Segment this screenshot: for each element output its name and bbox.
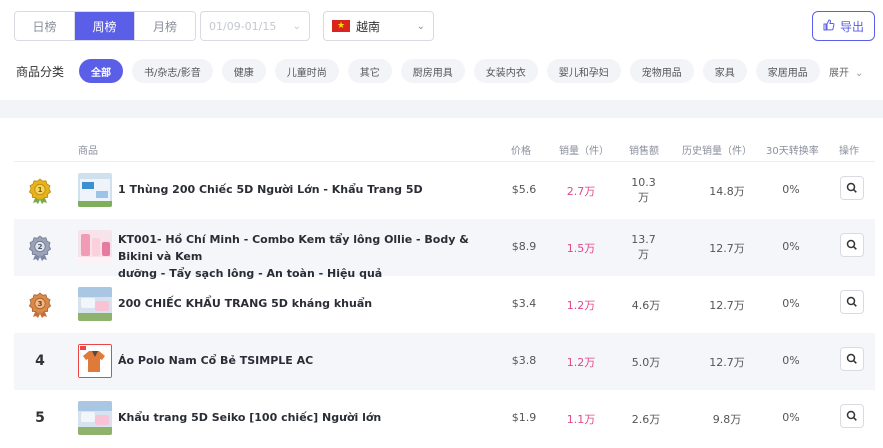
category-chip-pet[interactable]: 宠物用品 [629, 59, 694, 83]
category-chip-home[interactable]: 家居用品 [755, 59, 820, 83]
search-icon [846, 296, 857, 307]
date-range-placeholder: 01/09-01/15 [209, 19, 277, 33]
country-select[interactable]: ★ 越南 ⌄ [323, 11, 434, 41]
revenue-cell: 4.6万 [631, 299, 661, 312]
price-cell: $3.8 [511, 354, 537, 367]
svg-text:2: 2 [38, 243, 43, 251]
price-cell: $8.9 [511, 240, 537, 253]
table-header: 商品 价格 销量（件） 销售额 历史销量（件） 30天转换率 操作 [14, 134, 875, 162]
search-button[interactable] [840, 347, 864, 371]
revenue-cell: 13.7 万 [631, 233, 656, 261]
product-thumbnail[interactable] [78, 401, 112, 435]
search-button[interactable] [840, 404, 864, 428]
revenue-cell: 5.0万 [631, 356, 661, 369]
history-sales-cell: 12.7万 [709, 242, 745, 255]
history-sales-cell: 14.8万 [709, 185, 745, 198]
product-thumbnail[interactable] [78, 344, 112, 378]
price-cell: $3.4 [511, 297, 537, 310]
gold-medal-icon: 1 [28, 178, 52, 204]
category-label: 商品分类 [16, 64, 65, 79]
product-name[interactable]: Khẩu trang 5D Seiko [100 chiếc] Người lớ… [118, 409, 498, 426]
product-thumbnail[interactable] [78, 287, 112, 321]
expand-toggle[interactable]: 展开 ⌄ [829, 64, 863, 79]
product-name[interactable]: 200 CHIẾC KHẨU TRANG 5D kháng khuẩn [118, 295, 498, 312]
history-sales-cell: 9.8万 [712, 413, 742, 426]
product-name[interactable]: Áo Polo Nam Cổ Bẻ TSIMPLE AC [118, 352, 498, 369]
chevron-down-icon: ⌄ [855, 68, 864, 79]
table-row[interactable]: 4 Áo Polo Nam Cổ Bẻ TSIMPLE AC $3.8 1.2万… [14, 333, 875, 390]
product-name[interactable]: 1 Thùng 200 Chiếc 5D Người Lớn - Khẩu Tr… [118, 181, 498, 198]
search-icon [846, 239, 857, 250]
chevron-down-icon: ⌄ [416, 20, 425, 32]
export-label: 导出 [839, 19, 864, 34]
bronze-medal-icon: 3 [28, 292, 52, 318]
table-row[interactable]: 2 KT001- Hồ Chí Minh - Combo Kem tẩy lôn… [14, 219, 875, 280]
rank-number: 5 [35, 410, 45, 426]
table-row[interactable]: 5 Khẩu trang 5D Seiko [100 chiếc] Người … [14, 390, 875, 447]
category-chip-books[interactable]: 书/杂志/影音 [132, 59, 213, 83]
tab-monthly[interactable]: 月榜 [135, 12, 195, 40]
header-product: 商品 [78, 146, 98, 157]
search-button[interactable] [840, 233, 864, 257]
sales-cell: 1.2万 [566, 299, 596, 312]
conversion-cell: 0% [782, 354, 800, 367]
country-name: 越南 [356, 19, 381, 34]
header-conversion: 30天转换率 [766, 146, 819, 157]
tab-daily[interactable]: 日榜 [15, 12, 75, 40]
price-cell: $1.9 [511, 411, 537, 424]
header-price: 价格 [511, 146, 531, 157]
sales-cell: 1.5万 [566, 242, 596, 255]
search-icon [846, 182, 857, 193]
category-chip-all[interactable]: 全部 [79, 59, 124, 83]
category-filter: 商品分类 全部 书/杂志/影音 健康 儿童时尚 其它 厨房用具 女装内衣 婴儿和… [16, 59, 829, 83]
header-history-sales: 历史销量（件） [682, 146, 752, 157]
conversion-cell: 0% [782, 411, 800, 424]
history-sales-cell: 12.7万 [709, 299, 745, 312]
filter-panel: 日榜 周榜 月榜 01/09-01/15 ⌄ ★ 越南 ⌄ 导出 商品分类 全部… [0, 0, 883, 100]
search-icon [846, 410, 857, 421]
header-revenue: 销售额 [629, 146, 659, 157]
conversion-cell: 0% [782, 183, 800, 196]
chevron-down-icon: ⌄ [292, 20, 301, 32]
category-chip-other[interactable]: 其它 [347, 59, 392, 83]
revenue-cell: 2.6万 [631, 413, 661, 426]
search-button[interactable] [840, 290, 864, 314]
sales-cell: 1.1万 [566, 413, 596, 426]
ranking-table: 商品 价格 销量（件） 销售额 历史销量（件） 30天转换率 操作 1 1 Th… [0, 118, 883, 448]
category-chip-baby-maternity[interactable]: 婴儿和孕妇 [546, 59, 621, 83]
table-row[interactable]: 3 200 CHIẾC KHẨU TRANG 5D kháng khuẩn $3… [14, 276, 875, 333]
revenue-cell: 10.3 万 [631, 176, 656, 204]
category-chip-womens-underwear[interactable]: 女装内衣 [473, 59, 538, 83]
product-thumbnail[interactable] [78, 230, 112, 264]
header-action: 操作 [839, 146, 859, 157]
conversion-cell: 0% [782, 240, 800, 253]
sales-cell: 2.7万 [566, 185, 596, 198]
search-icon [846, 353, 857, 364]
price-cell: $5.6 [511, 183, 537, 196]
vietnam-flag-icon: ★ [332, 20, 350, 32]
category-chip-health[interactable]: 健康 [221, 59, 266, 83]
search-button[interactable] [840, 176, 864, 200]
category-chip-furniture[interactable]: 家具 [702, 59, 747, 83]
expand-label: 展开 [829, 68, 849, 79]
category-chip-kitchen[interactable]: 厨房用具 [400, 59, 465, 83]
product-name[interactable]: KT001- Hồ Chí Minh - Combo Kem tẩy lông … [118, 231, 498, 282]
svg-text:3: 3 [38, 300, 43, 308]
conversion-cell: 0% [782, 297, 800, 310]
category-chip-kids-fashion[interactable]: 儿童时尚 [274, 59, 339, 83]
tab-weekly[interactable]: 周榜 [75, 12, 135, 40]
product-thumbnail[interactable] [78, 173, 112, 207]
date-range-select[interactable]: 01/09-01/15 ⌄ [200, 11, 310, 41]
header-sales: 销量（件） [559, 146, 609, 157]
history-sales-cell: 12.7万 [709, 356, 745, 369]
period-tabs: 日榜 周榜 月榜 [14, 11, 196, 41]
silver-medal-icon: 2 [28, 235, 52, 261]
thumbs-up-icon [823, 18, 835, 34]
sales-cell: 1.2万 [566, 356, 596, 369]
svg-text:1: 1 [38, 186, 43, 194]
export-button[interactable]: 导出 [812, 11, 875, 41]
rank-number: 4 [35, 353, 45, 369]
table-row[interactable]: 1 1 Thùng 200 Chiếc 5D Người Lớn - Khẩu … [14, 162, 875, 219]
